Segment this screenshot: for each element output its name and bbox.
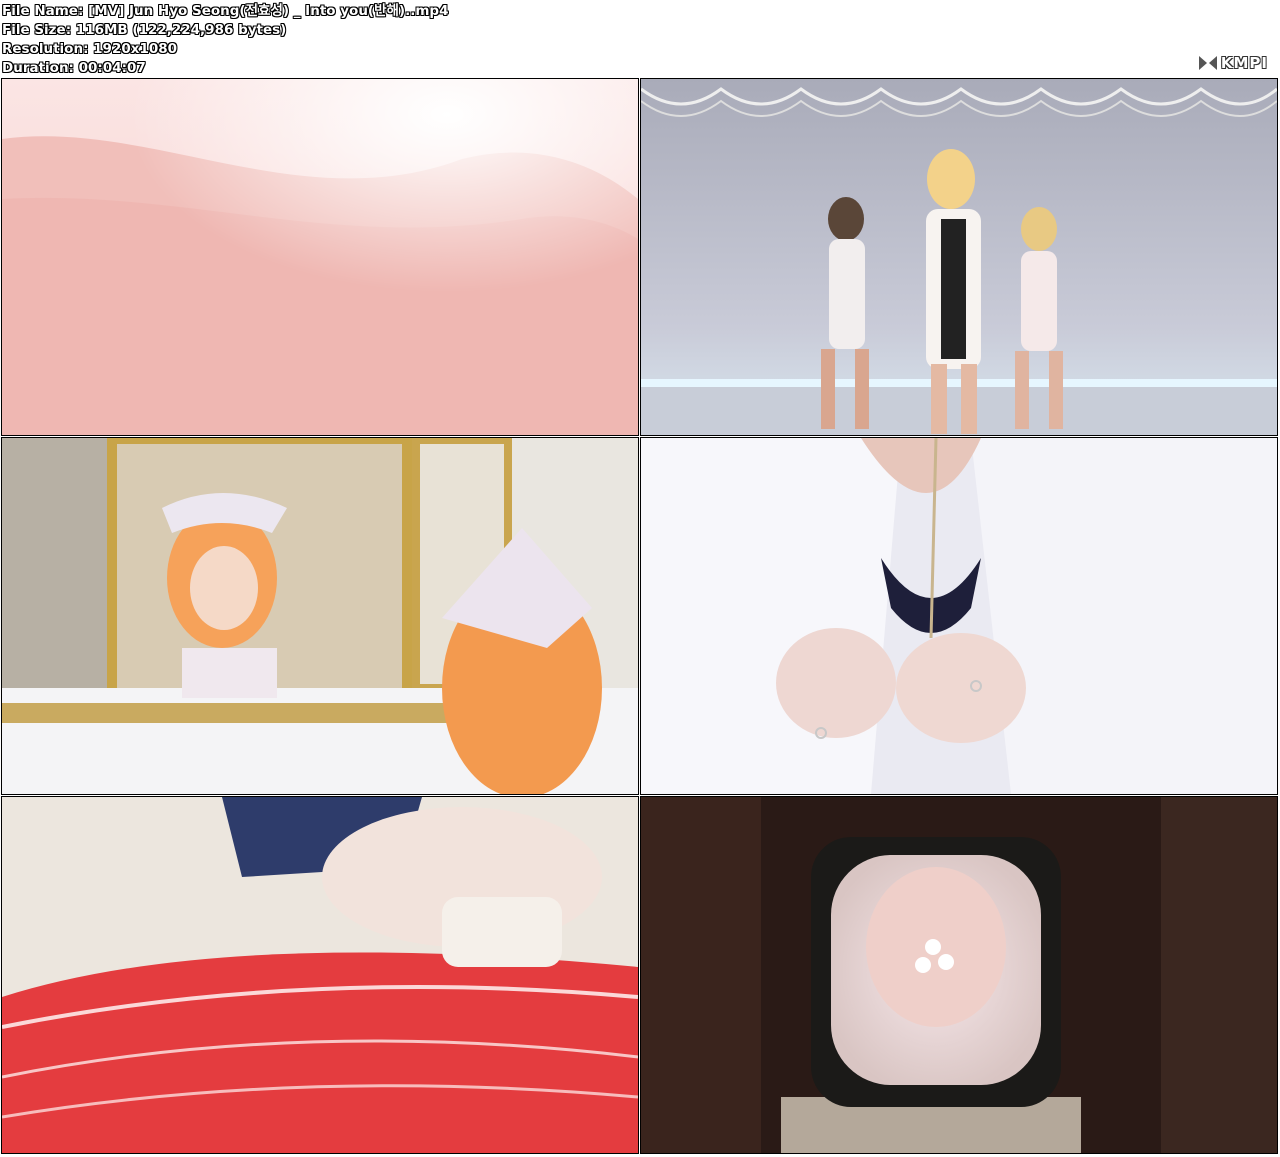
thumbnail-6: [640, 796, 1278, 1154]
file-info: File Name: [MV] Jun Hyo Seong(전효성) _ Int…: [2, 2, 449, 78]
thumbnail-2-image: [641, 79, 1277, 435]
logo-text: KMPI: [1220, 54, 1268, 72]
thumbnail-1: [1, 78, 639, 436]
file-size-line: File Size: 116MB (122,224,986 bytes): [2, 22, 287, 38]
thumbnail-3-image: [2, 438, 638, 794]
resolution-line: Resolution: 1920x1080: [2, 41, 178, 57]
thumbnail-3: [1, 437, 639, 795]
kmp-logo: KMPI: [1198, 54, 1268, 72]
duration-line: Duration: 00:04:07: [2, 60, 146, 76]
thumbnail-2: [640, 78, 1278, 436]
kmp-logo-icon: [1198, 56, 1217, 70]
thumbnail-5: [1, 796, 639, 1154]
thumbnail-4: [640, 437, 1278, 795]
thumbnail-4-image: [641, 438, 1277, 794]
thumbnail-5-image: [2, 797, 638, 1153]
thumbnail-1-image: [2, 79, 638, 435]
thumbnail-grid: [1, 78, 1279, 1155]
file-name-line: File Name: [MV] Jun Hyo Seong(전효성) _ Int…: [2, 3, 449, 19]
thumbnail-6-image: [641, 797, 1277, 1153]
